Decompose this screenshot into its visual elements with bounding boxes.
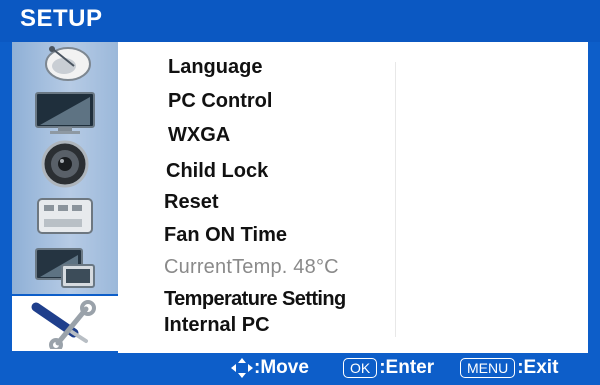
sidebar-item-adapter[interactable]	[12, 190, 118, 242]
adapter-card-icon	[37, 198, 93, 234]
pc-display-icon	[35, 248, 95, 288]
menu-item-wxga[interactable]: WXGA	[168, 124, 230, 147]
sidebar-item-picture[interactable]	[12, 86, 118, 138]
menu-key-badge: MENU	[460, 358, 516, 378]
menu-item-reset[interactable]: Reset	[164, 191, 218, 214]
enter-hint-label: :Enter	[379, 357, 435, 378]
four-way-arrow-icon	[231, 358, 253, 378]
sidebar-item-setup[interactable]	[12, 294, 118, 353]
menu-item-language[interactable]: Language	[168, 56, 262, 79]
menu-item-internal-pc[interactable]: Internal PC	[164, 314, 270, 337]
move-hint-label: :Move	[254, 357, 309, 378]
tv-screen-icon	[35, 92, 95, 134]
speaker-icon	[41, 140, 89, 188]
exit-hint: MENU :Exit	[460, 357, 558, 379]
enter-hint: OK :Enter	[343, 357, 434, 379]
sidebar-item-pc[interactable]	[12, 242, 118, 294]
category-sidebar	[12, 42, 118, 353]
setup-tools-icon	[31, 299, 96, 349]
sidebar-item-sound[interactable]	[12, 138, 118, 190]
main-panel: Language PC Control WXGA Child Lock Rese…	[12, 42, 588, 353]
move-hint: :Move	[230, 357, 309, 379]
menu-item-pc-control[interactable]: PC Control	[168, 90, 272, 113]
header-bar: SETUP	[0, 0, 600, 42]
current-temperature-readout: CurrentTemp. 48°C	[164, 256, 339, 278]
setup-osd-window: SETUP Language PC Control WXGA Child Loc…	[0, 0, 600, 385]
menu-item-child-lock[interactable]: Child Lock	[166, 160, 268, 183]
satellite-dish-icon	[45, 46, 91, 81]
sidebar-item-satellite[interactable]	[12, 42, 118, 86]
page-title: SETUP	[20, 5, 103, 32]
ok-key-badge: OK	[343, 358, 378, 378]
exit-hint-label: :Exit	[517, 357, 559, 378]
menu-item-fan-on-time[interactable]: Fan ON Time	[164, 224, 287, 247]
menu-item-temperature-setting[interactable]: Temperature Setting	[164, 288, 346, 311]
footer-hint-bar: :Move OK :Enter MENU :Exit	[0, 353, 600, 385]
menu-divider	[395, 62, 396, 337]
